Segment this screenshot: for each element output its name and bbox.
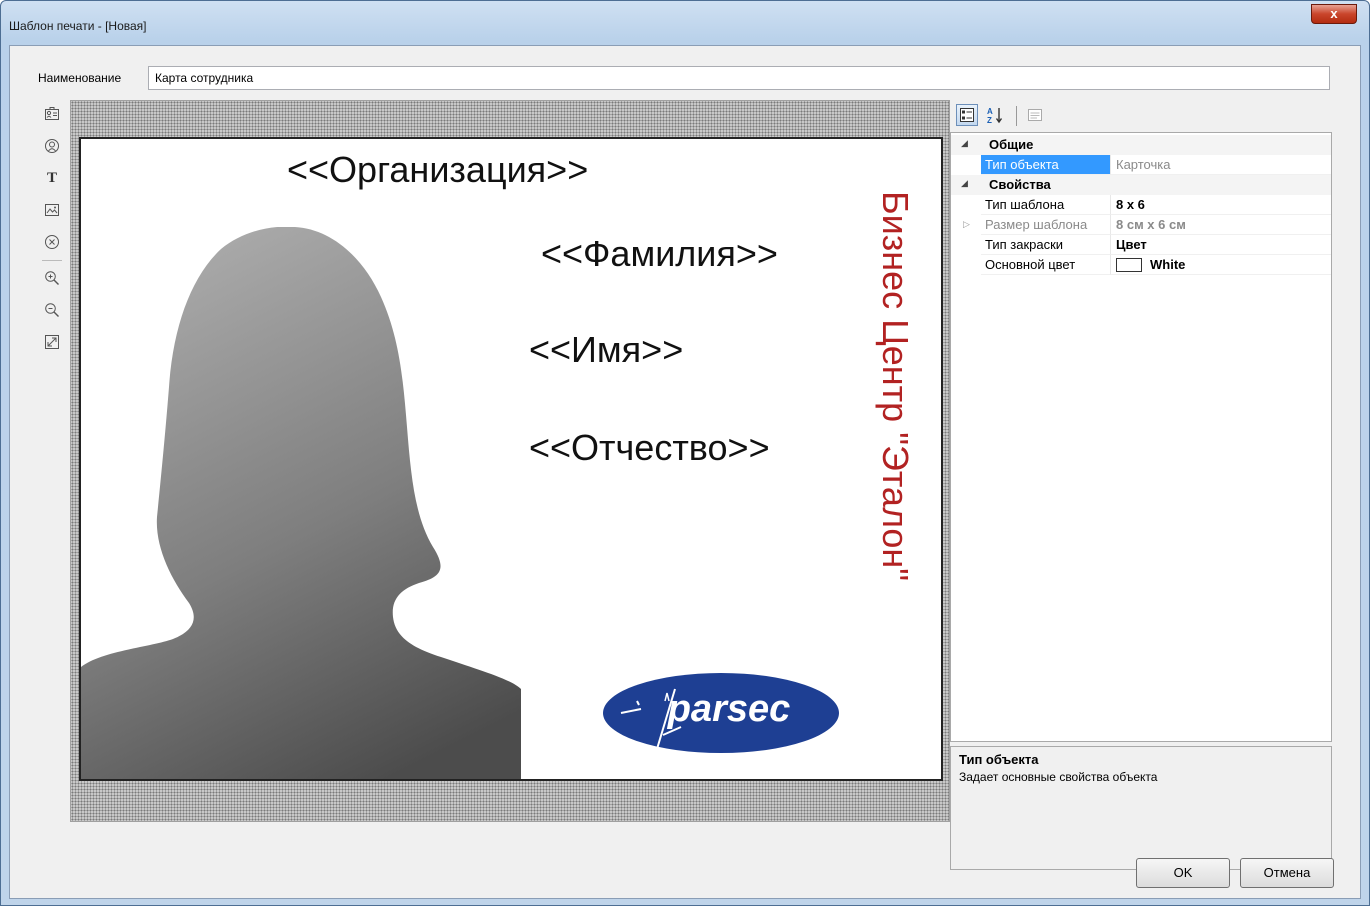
organization-field[interactable]: <<Организация>> xyxy=(287,149,588,191)
property-description: Тип объекта Задает основные свойства объ… xyxy=(950,746,1332,870)
expand-arrow-icon[interactable]: ▷ xyxy=(963,219,970,230)
property-value[interactable]: Цвет xyxy=(1111,235,1331,255)
property-row-template-size[interactable]: ▷ Размер шаблона 8 см x 6 см xyxy=(951,215,1331,235)
property-value: 8 см x 6 см xyxy=(1111,215,1331,235)
cancel-button[interactable]: Отмена xyxy=(1240,858,1334,888)
last-name-field[interactable]: <<Фамилия>> xyxy=(541,233,778,275)
design-canvas[interactable]: <<Организация>> <<Фамилия>> <<Имя>> <<От… xyxy=(70,100,950,822)
svg-text:A: A xyxy=(987,107,993,116)
sort-alphabetical-icon[interactable]: AZ xyxy=(984,104,1006,126)
card-preview[interactable]: <<Организация>> <<Фамилия>> <<Имя>> <<От… xyxy=(79,137,943,781)
ok-button[interactable]: OK xyxy=(1136,858,1230,888)
properties-toolbar: AZ xyxy=(954,102,1324,128)
dialog-client-area: Наименование T xyxy=(9,45,1361,899)
property-row-main-color[interactable]: Основной цвет White xyxy=(951,255,1331,275)
property-pages-icon[interactable] xyxy=(1024,104,1046,126)
delete-icon[interactable] xyxy=(40,230,64,254)
property-name: Основной цвет xyxy=(981,255,1111,275)
properties-toolbar-divider xyxy=(1016,106,1017,126)
zoom-out-icon[interactable] xyxy=(40,298,64,322)
property-grid[interactable]: ◢ Общие Тип объекта Карточка ◢ Свойства … xyxy=(950,132,1332,742)
description-title: Тип объекта xyxy=(959,752,1039,767)
name-input[interactable] xyxy=(148,66,1330,90)
property-row-fill-type[interactable]: Тип закраски Цвет xyxy=(951,235,1331,255)
category-properties[interactable]: ◢ Свойства xyxy=(951,175,1331,195)
portrait-icon[interactable] xyxy=(40,134,64,158)
first-name-field[interactable]: <<Имя>> xyxy=(529,329,683,371)
property-value-color[interactable]: White xyxy=(1111,255,1331,275)
category-general[interactable]: ◢ Общие xyxy=(951,135,1331,155)
business-center-text[interactable]: Бизнес Центр "Эталон" xyxy=(856,191,916,671)
photo-placeholder[interactable] xyxy=(81,227,521,779)
property-name: Тип закраски xyxy=(981,235,1111,255)
title-bar: Шаблон печати - [Новая] x xyxy=(1,1,1369,45)
name-label: Наименование xyxy=(38,71,122,85)
patronymic-field[interactable]: <<Отчество>> xyxy=(529,427,770,469)
collapse-arrow-icon[interactable]: ◢ xyxy=(961,178,968,189)
print-template-dialog: Шаблон печати - [Новая] x Наименование T xyxy=(0,0,1370,906)
property-row-template-type[interactable]: Тип шаблона 8 x 6 xyxy=(951,195,1331,215)
zoom-in-icon[interactable] xyxy=(40,266,64,290)
parsec-logo-text: parsec xyxy=(667,688,791,730)
image-icon[interactable] xyxy=(40,198,64,222)
property-name: Размер шаблона xyxy=(981,215,1111,235)
properties-panel: AZ ◢ Общие Тип объекта Карточка ◢ Свойст… xyxy=(950,98,1332,870)
parsec-logo: parsec xyxy=(603,673,839,753)
color-swatch xyxy=(1116,258,1142,272)
category-label: Общие xyxy=(989,137,1034,152)
fit-icon[interactable] xyxy=(40,330,64,354)
property-row-object-type[interactable]: Тип объекта Карточка xyxy=(951,155,1331,175)
categorized-icon[interactable] xyxy=(956,104,978,126)
collapse-arrow-icon[interactable]: ◢ xyxy=(961,138,968,149)
window-title: Шаблон печати - [Новая] xyxy=(9,19,147,33)
property-value[interactable]: 8 x 6 xyxy=(1111,195,1331,215)
toolbar-divider xyxy=(42,260,62,261)
category-label: Свойства xyxy=(989,177,1051,192)
property-value: Карточка xyxy=(1111,155,1331,175)
svg-text:Z: Z xyxy=(987,116,992,124)
close-button[interactable]: x xyxy=(1311,4,1357,24)
property-name: Тип шаблона xyxy=(981,195,1111,215)
text-icon[interactable]: T xyxy=(40,166,64,190)
property-name: Тип объекта xyxy=(981,155,1111,175)
card-icon[interactable] xyxy=(40,102,64,126)
color-name: White xyxy=(1150,257,1186,272)
description-text: Задает основные свойства объекта xyxy=(959,770,1158,784)
